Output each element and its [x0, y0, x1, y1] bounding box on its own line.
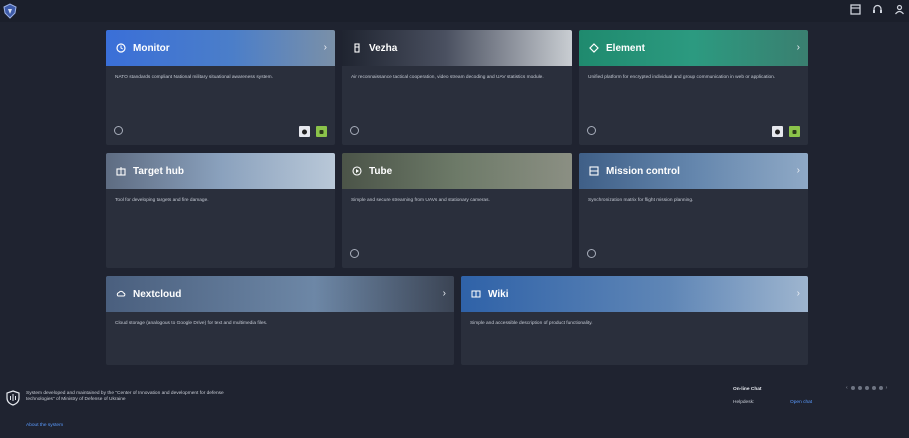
- card-vezha[interactable]: Vezha Air reconnaissance tactical cooper…: [342, 30, 572, 145]
- card-title: Nextcloud: [133, 288, 182, 300]
- card-header: Element ›: [579, 30, 808, 66]
- chevron-left-icon[interactable]: ‹: [846, 385, 848, 391]
- cloud-icon: [115, 288, 127, 300]
- top-bar: [0, 0, 909, 22]
- card-header: Nextcloud ›: [106, 276, 454, 312]
- card-header: Mission control ›: [579, 153, 808, 189]
- info-icon[interactable]: [587, 126, 596, 135]
- cards-icon[interactable]: [849, 4, 861, 16]
- card-target-hub[interactable]: Target hub Tool for developing targets a…: [106, 153, 335, 268]
- card-title: Wiki: [488, 288, 509, 300]
- card-tube[interactable]: Tube Simple and secure streaming from UA…: [342, 153, 572, 268]
- card-title: Target hub: [133, 165, 184, 177]
- chevron-right-icon: ›: [796, 165, 800, 176]
- diamond-icon: [588, 42, 600, 54]
- card-description: NATO standards compliant National milita…: [115, 75, 273, 80]
- card-wiki[interactable]: Wiki › Simple and accessible description…: [461, 276, 808, 365]
- page-dot[interactable]: [871, 386, 876, 390]
- page-dot[interactable]: [864, 386, 869, 390]
- mission-icon: [588, 165, 600, 177]
- shield-icon: [6, 390, 20, 406]
- card-header: Target hub: [106, 153, 335, 189]
- card-element[interactable]: Element › Unified platform for encrypted…: [579, 30, 808, 145]
- android-icon[interactable]: [789, 126, 800, 137]
- info-icon[interactable]: [350, 126, 359, 135]
- card-description: Synchronization matrix for flight missio…: [588, 198, 694, 203]
- info-icon[interactable]: [587, 249, 596, 258]
- chevron-right-icon: ›: [323, 42, 327, 53]
- play-icon: [351, 165, 363, 177]
- card-mission-control[interactable]: Mission control › Synchronization matrix…: [579, 153, 808, 268]
- apple-icon[interactable]: [299, 126, 310, 137]
- headset-icon[interactable]: [871, 4, 883, 16]
- online-chat-label: On-line Chat: [733, 387, 762, 392]
- info-icon[interactable]: [350, 249, 359, 258]
- card-title: Tube: [369, 165, 393, 177]
- card-title: Vezha: [369, 42, 398, 54]
- card-description: Unified platform for encrypted individua…: [588, 75, 776, 80]
- card-description: Air reconnaissance tactical cooperation,…: [351, 75, 544, 80]
- card-nextcloud[interactable]: Nextcloud › Cloud storage (analogous to …: [106, 276, 454, 365]
- page-dot[interactable]: [857, 386, 862, 390]
- android-icon[interactable]: [316, 126, 327, 137]
- tower-icon: [351, 42, 363, 54]
- card-description: Cloud storage (analogous to Google Drive…: [115, 321, 268, 326]
- card-description: Simple and secure streaming from UAVs an…: [351, 198, 490, 203]
- card-header: Tube: [342, 153, 572, 189]
- clock-icon: [115, 42, 127, 54]
- card-title: Element: [606, 42, 645, 54]
- open-chat-link[interactable]: Open chat: [790, 400, 812, 405]
- helpdesk-label: Helpdesk:: [733, 400, 755, 405]
- target-hub-icon: [115, 165, 127, 177]
- footer-info-text: System developed and maintained by the "…: [26, 391, 224, 402]
- page-dot[interactable]: [878, 386, 883, 390]
- chevron-right-icon: ›: [796, 288, 800, 299]
- chevron-right-icon[interactable]: ›: [886, 385, 888, 391]
- card-header: Monitor ›: [106, 30, 335, 66]
- about-system-link[interactable]: About the system: [26, 423, 63, 428]
- page-dot[interactable]: [850, 386, 855, 390]
- user-icon[interactable]: [893, 4, 905, 16]
- card-title: Monitor: [133, 42, 170, 54]
- card-header: Vezha: [342, 30, 572, 66]
- card-description: Tool for developing targets and fire dam…: [115, 198, 209, 203]
- logo-icon[interactable]: [2, 3, 18, 19]
- card-description: Simple and accessible description of pro…: [470, 321, 593, 326]
- chevron-right-icon: ›: [442, 288, 446, 299]
- info-icon[interactable]: [114, 126, 123, 135]
- pager: ‹ ›: [846, 385, 887, 391]
- card-title: Mission control: [606, 165, 680, 177]
- card-header: Wiki ›: [461, 276, 808, 312]
- apple-icon[interactable]: [772, 126, 783, 137]
- card-monitor[interactable]: Monitor › NATO standards compliant Natio…: [106, 30, 335, 145]
- chevron-right-icon: ›: [796, 42, 800, 53]
- book-icon: [470, 288, 482, 300]
